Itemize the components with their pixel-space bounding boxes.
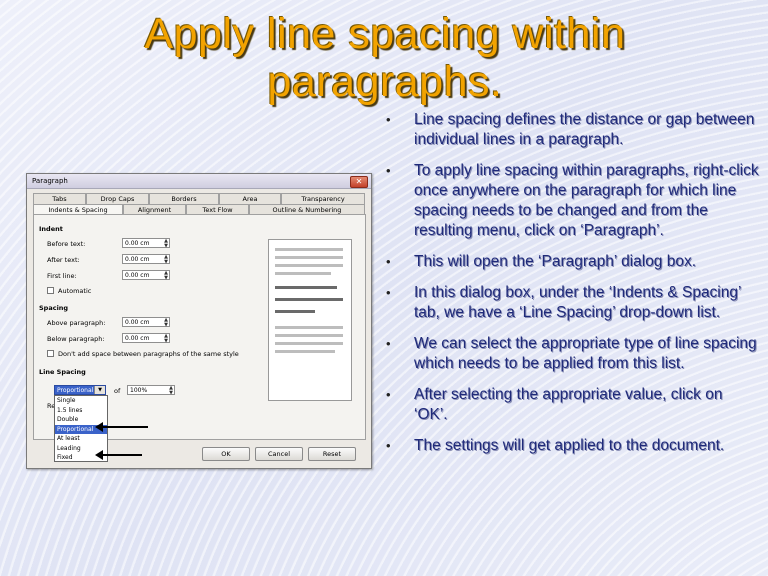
option-at-least[interactable]: At least	[55, 434, 107, 444]
tab-row-top: Tabs Drop Caps Borders Area Transparency	[33, 193, 365, 204]
bullet-item: • We can select the appropriate type of l…	[384, 334, 759, 374]
bullet-list: • Line spacing defines the distance or ga…	[384, 110, 759, 467]
tab-borders[interactable]: Borders	[149, 193, 219, 204]
bullet-text: We can select the appropriate type of li…	[414, 335, 757, 372]
bullet-item: • This will open the ‘Paragraph’ dialog b…	[384, 252, 759, 272]
preview-line	[275, 334, 343, 337]
spinner-arrows-icon[interactable]: ▲ ▼	[164, 271, 168, 281]
before-text-value: 0.00 cm	[125, 240, 150, 247]
before-text-label: Before text:	[47, 240, 86, 248]
bullet-text: Line spacing defines the distance or gap…	[414, 111, 755, 148]
tab-drop-caps[interactable]: Drop Caps	[86, 193, 149, 204]
preview-line	[275, 326, 343, 329]
preview-line	[275, 248, 343, 251]
line-spacing-selected: Proportional	[57, 387, 94, 394]
dont-add-space-checkbox[interactable]	[47, 350, 54, 357]
dialog-title: Paragraph	[32, 177, 68, 185]
slide-title: Apply line spacing within paragraphs.	[144, 10, 626, 106]
bullet-item: • Line spacing defines the distance or ga…	[384, 110, 759, 150]
after-text-label: After text:	[47, 256, 80, 264]
preview-line-current	[275, 298, 343, 301]
first-line-spinner[interactable]: 0.00 cm ▲ ▼	[122, 270, 170, 280]
preview-line	[275, 256, 343, 259]
line-spacing-select[interactable]: Proportional ▼	[54, 385, 106, 395]
bullet-dot: •	[386, 163, 391, 178]
spinner-arrows-icon[interactable]: ▲ ▼	[169, 386, 173, 396]
before-text-spinner[interactable]: 0.00 cm ▲ ▼	[122, 238, 170, 248]
bullet-dot: •	[386, 336, 391, 351]
option-1-5-lines[interactable]: 1.5 lines	[55, 406, 107, 416]
automatic-checkbox[interactable]	[47, 287, 54, 294]
tab-tabs[interactable]: Tabs	[33, 193, 86, 204]
indent-heading: Indent	[39, 225, 63, 233]
bullet-text: In this dialog box, under the ‘Indents &…	[414, 284, 741, 321]
below-paragraph-value: 0.00 cm	[125, 335, 150, 342]
tab-transparency[interactable]: Transparency	[281, 193, 365, 204]
pointer-arrow-proportional	[95, 422, 148, 432]
reset-button[interactable]: Reset	[308, 447, 356, 461]
paragraph-dialog: Paragraph ✕ Tabs Drop Caps Borders Area …	[26, 173, 372, 469]
line-spacing-heading: Line Spacing	[39, 368, 86, 376]
above-paragraph-value: 0.00 cm	[125, 319, 150, 326]
preview-line	[275, 264, 343, 267]
preview-line-current	[275, 310, 315, 313]
chevron-down-icon[interactable]: ▼	[94, 386, 105, 394]
preview-line	[275, 350, 335, 353]
cancel-button[interactable]: Cancel	[255, 447, 303, 461]
bullet-item: • The settings will get applied to the do…	[384, 436, 759, 456]
above-paragraph-spinner[interactable]: 0.00 cm ▲ ▼	[122, 317, 170, 327]
preview-line	[275, 272, 331, 275]
automatic-label: Automatic	[58, 287, 92, 295]
after-text-spinner[interactable]: 0.00 cm ▲ ▼	[122, 254, 170, 264]
spinner-arrows-icon[interactable]: ▲ ▼	[164, 239, 168, 249]
bullet-item: • After selecting the appropriate value, …	[384, 385, 759, 425]
indents-spacing-panel: Indent Before text: 0.00 cm ▲ ▼ After text…	[33, 214, 366, 462]
paragraph-preview	[268, 239, 352, 401]
preview-line	[275, 342, 343, 345]
first-line-value: 0.00 cm	[125, 272, 150, 279]
preview-line-current	[275, 286, 337, 289]
bullet-text: To apply line spacing within paragraphs,…	[414, 162, 759, 239]
first-line-label: First line:	[47, 272, 77, 280]
bullet-dot: •	[386, 285, 391, 300]
spinner-arrows-icon[interactable]: ▲ ▼	[164, 334, 168, 344]
spacing-heading: Spacing	[39, 304, 69, 312]
bullet-text: This will open the ‘Paragraph’ dialog bo…	[414, 253, 697, 270]
bullet-item: • In this dialog box, under the ‘Indents …	[384, 283, 759, 323]
ok-button[interactable]: OK	[202, 447, 250, 461]
spinner-arrows-icon[interactable]: ▲ ▼	[164, 255, 168, 265]
option-single[interactable]: Single	[55, 396, 107, 406]
bullet-dot: •	[386, 438, 391, 453]
bullet-dot: •	[386, 387, 391, 402]
below-paragraph-label: Below paragraph:	[47, 335, 105, 343]
spinner-arrows-icon[interactable]: ▲ ▼	[164, 318, 168, 328]
dialog-titlebar: Paragraph ✕	[27, 174, 371, 189]
of-value-spinner[interactable]: 100% ▲ ▼	[127, 385, 175, 395]
bullet-text: The settings will get applied to the doc…	[414, 437, 725, 454]
bullet-item: • To apply line spacing within paragraphs…	[384, 161, 759, 241]
of-value: 100%	[130, 387, 148, 394]
bullet-dot: •	[386, 254, 391, 269]
pointer-arrow-fixed	[95, 450, 142, 460]
close-icon[interactable]: ✕	[350, 176, 368, 188]
below-paragraph-spinner[interactable]: 0.00 cm ▲ ▼	[122, 333, 170, 343]
dont-add-space-label: Don't add space between paragraphs of th…	[58, 350, 239, 358]
above-paragraph-label: Above paragraph:	[47, 319, 106, 327]
bullet-dot: •	[386, 112, 391, 127]
of-label: of	[114, 387, 121, 395]
bullet-text: After selecting the appropriate value, c…	[414, 386, 723, 423]
after-text-value: 0.00 cm	[125, 256, 150, 263]
tab-area[interactable]: Area	[219, 193, 281, 204]
